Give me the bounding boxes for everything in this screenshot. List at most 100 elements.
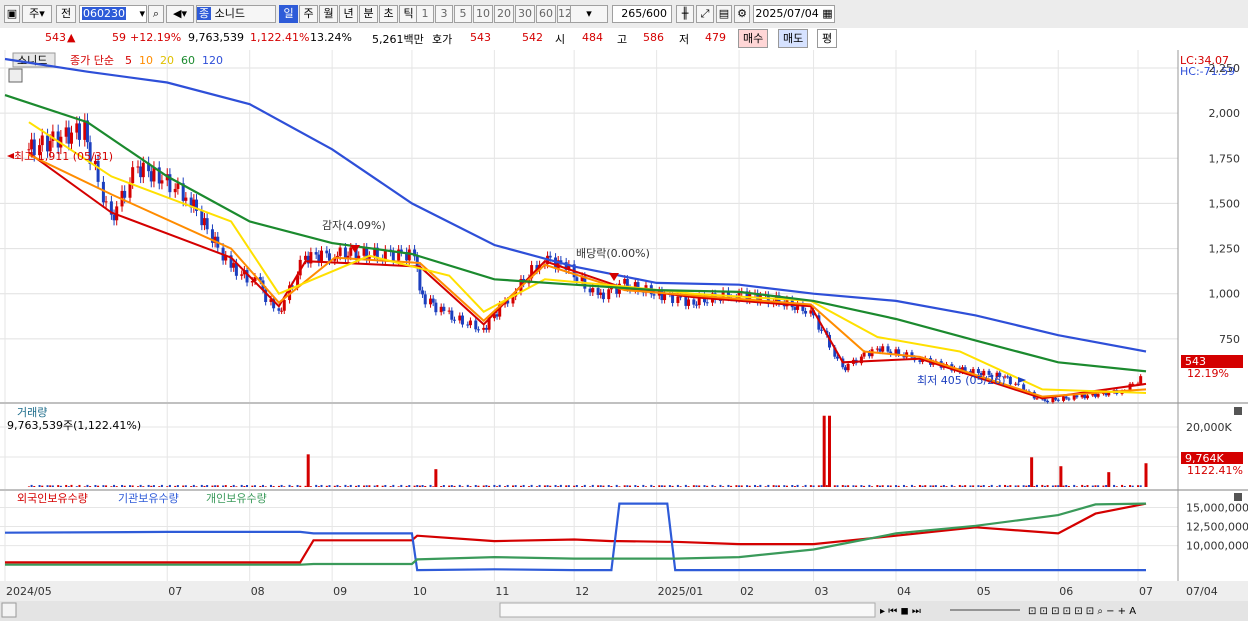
volume-bar bbox=[847, 485, 850, 487]
candle-body bbox=[881, 346, 885, 352]
sound-icon[interactable]: ◀▾ bbox=[166, 5, 194, 23]
chart-area[interactable]: 소니드 종가 단순 5 10 20 60 120 LC:34.07 HC:-71… bbox=[0, 50, 1248, 621]
volume-bar bbox=[336, 484, 339, 487]
volume-bar bbox=[809, 485, 812, 487]
candle-body bbox=[1083, 394, 1087, 399]
volume-bar bbox=[652, 486, 655, 487]
interval-10[interactable]: 10 bbox=[473, 5, 493, 23]
panel-divider[interactable] bbox=[0, 402, 1248, 404]
volume-bar bbox=[102, 485, 105, 487]
volume-bar bbox=[1097, 485, 1100, 487]
prev-button[interactable]: 전 bbox=[56, 5, 76, 23]
name-field[interactable]: 종 소니드 bbox=[196, 5, 276, 23]
volume-bar bbox=[328, 485, 331, 487]
interval-60[interactable]: 60 bbox=[536, 5, 556, 23]
close-holder-panel-icon[interactable] bbox=[1234, 493, 1242, 501]
volume-bar bbox=[988, 486, 991, 487]
volume-bar bbox=[719, 484, 722, 487]
volume-value-text: 9,763,539주(1,122.41%) bbox=[7, 419, 141, 432]
volume-bar bbox=[365, 485, 368, 487]
volume-bar bbox=[841, 485, 844, 487]
candle-body bbox=[30, 139, 34, 150]
nav-controls-icon[interactable]: ▸ ⏮ ◼ ⏭ bbox=[880, 606, 921, 617]
tab-2[interactable]: 월 bbox=[319, 5, 338, 23]
volume-bar bbox=[796, 484, 799, 487]
candle-body bbox=[104, 201, 108, 203]
volume-bar bbox=[176, 485, 179, 487]
change-pct: +12.19% bbox=[130, 31, 182, 44]
volume-bar bbox=[934, 485, 937, 487]
avg-button[interactable]: 평 bbox=[817, 29, 838, 48]
buy-button[interactable]: 매수 bbox=[738, 29, 769, 48]
tab-0[interactable]: 일 bbox=[279, 5, 298, 23]
search-icon[interactable]: ⌕ bbox=[148, 5, 164, 23]
period-unit-select[interactable]: 주▾ bbox=[22, 5, 52, 23]
close-volume-panel-icon[interactable] bbox=[1234, 407, 1242, 415]
tab-4[interactable]: 분 bbox=[359, 5, 378, 23]
interval-20[interactable]: 20 bbox=[494, 5, 514, 23]
date-field[interactable]: 2025/07/04 ▦ bbox=[753, 5, 835, 23]
count-field[interactable]: 265/600 bbox=[612, 5, 672, 23]
current-pct-label: 12.19% bbox=[1187, 367, 1229, 380]
volume-bar bbox=[1129, 485, 1132, 487]
code-input[interactable]: 060230 ▾ bbox=[79, 5, 147, 23]
period-unit-label: 주 bbox=[29, 7, 40, 20]
volume-bar bbox=[442, 484, 445, 487]
interval-5[interactable]: 5 bbox=[454, 5, 472, 23]
candle-icon[interactable]: ╫ bbox=[676, 5, 694, 23]
scroll-left-icon[interactable] bbox=[1, 602, 17, 618]
interval-3[interactable]: 3 bbox=[435, 5, 453, 23]
volume-bar bbox=[599, 485, 602, 487]
volume-bar bbox=[264, 486, 267, 487]
volume-bar bbox=[304, 485, 307, 487]
candle-body bbox=[976, 369, 980, 374]
table-icon[interactable] bbox=[8, 68, 23, 83]
volume-bar bbox=[929, 485, 932, 487]
x-tick-label: 05 bbox=[977, 585, 991, 598]
volume-bar bbox=[511, 485, 514, 487]
panel-divider[interactable] bbox=[0, 489, 1248, 491]
interval-1[interactable]: 1 bbox=[416, 5, 434, 23]
gear-icon[interactable]: ⚙ bbox=[734, 5, 750, 23]
chart-layout-icon[interactable]: ▣ bbox=[4, 5, 20, 23]
volume-bar bbox=[432, 486, 435, 487]
volume-bar bbox=[246, 485, 249, 487]
stock-name: 소니드 bbox=[214, 7, 245, 20]
volume-bar bbox=[493, 484, 496, 487]
x-tick-label: 03 bbox=[815, 585, 829, 598]
volume-bar bbox=[1025, 485, 1028, 487]
scroll-thumb[interactable] bbox=[499, 602, 876, 618]
scroll-bar[interactable]: ▸ ⏮ ◼ ⏭ ⊡ ⊡ ⊡ ⊡ ⊡ ⊡ ⌕ − + A bbox=[0, 601, 1248, 621]
volume-bar bbox=[333, 485, 336, 487]
candle-body bbox=[1062, 396, 1066, 401]
event-dividend: 배당락(0.00%) bbox=[576, 247, 650, 260]
tools-icon[interactable]: ⊡ ⊡ ⊡ ⊡ ⊡ ⊡ ⌕ − + A bbox=[1028, 606, 1136, 617]
candle-body bbox=[692, 299, 696, 305]
volume-bar bbox=[692, 485, 695, 487]
save-icon[interactable]: ▤ bbox=[716, 5, 732, 23]
volume-bar bbox=[115, 486, 118, 487]
interval-select[interactable]: ▾ bbox=[570, 5, 608, 23]
volume-bar bbox=[496, 486, 499, 487]
tab-5[interactable]: 초 bbox=[379, 5, 398, 23]
draw-tool-icon[interactable]: ⤢ bbox=[696, 5, 714, 23]
volume-bar bbox=[355, 485, 358, 487]
candle-body bbox=[466, 324, 470, 326]
volume-bar bbox=[440, 486, 443, 487]
volume-spike-bar bbox=[822, 415, 826, 487]
volume-bar bbox=[251, 485, 254, 487]
high-annotation: 최고 1,911 (05/31) bbox=[14, 150, 113, 163]
volume-bar bbox=[543, 485, 546, 487]
volume-bar bbox=[793, 486, 796, 487]
volume-bar bbox=[504, 486, 507, 487]
price-tick-label: 1,250 bbox=[1209, 243, 1241, 256]
interval-30[interactable]: 30 bbox=[515, 5, 535, 23]
volume-bar bbox=[583, 484, 586, 487]
volume-bar bbox=[214, 485, 217, 487]
turnover: 13.24% bbox=[310, 31, 352, 44]
volume-bar bbox=[1091, 485, 1094, 487]
tab-3[interactable]: 년 bbox=[339, 5, 358, 23]
sell-button[interactable]: 매도 bbox=[778, 29, 809, 48]
tab-1[interactable]: 주 bbox=[299, 5, 318, 23]
volume-bar bbox=[671, 485, 674, 487]
